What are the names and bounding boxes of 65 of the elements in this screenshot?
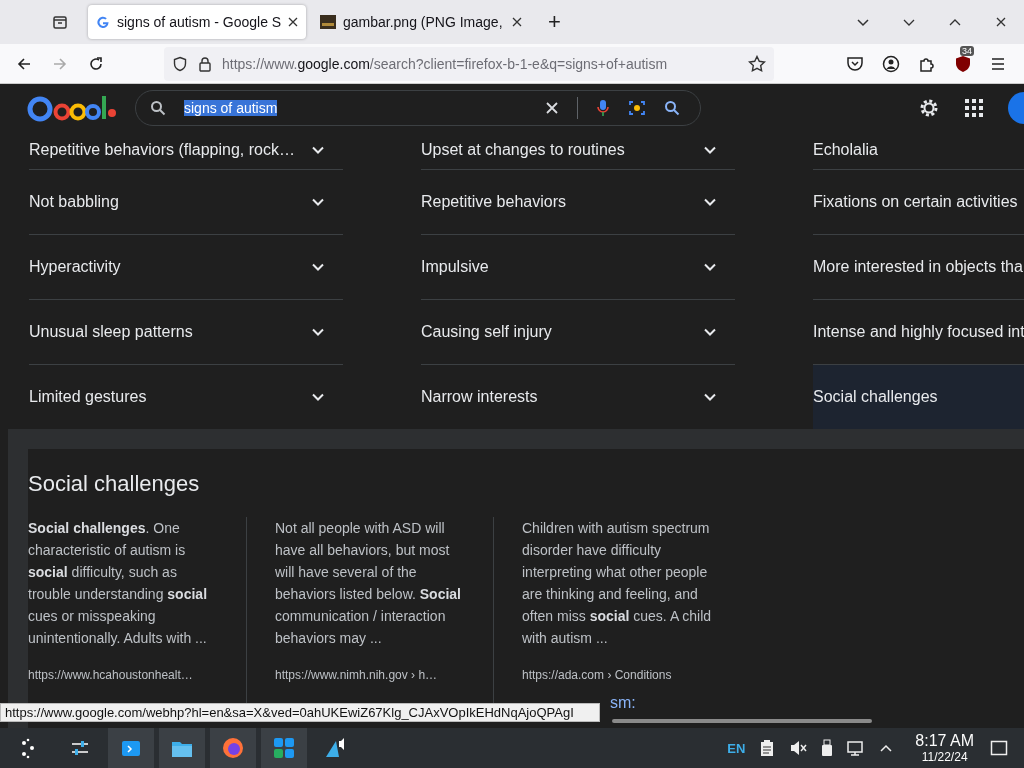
clock-time[interactable]: 8:17 AM — [915, 732, 974, 750]
close-icon[interactable] — [512, 17, 522, 27]
usb-drive-icon[interactable] — [821, 739, 834, 757]
accordion-item[interactable]: Causing self injury — [421, 300, 735, 365]
source-link[interactable]: https://www.hcahoustonhealt… — [28, 668, 220, 682]
image-thumbnail-icon — [320, 15, 336, 29]
accordion-item[interactable]: Repetitive behaviors — [421, 170, 735, 235]
taskbar-button[interactable] — [159, 728, 205, 768]
apps-grid-icon[interactable] — [964, 97, 984, 118]
star-icon[interactable] — [748, 54, 766, 73]
search-field[interactable]: signs of autism — [135, 89, 701, 126]
keyboard-layout[interactable]: EN — [727, 740, 746, 756]
clear-icon[interactable] — [545, 100, 559, 115]
google-icon — [96, 15, 110, 29]
scrollbar[interactable] — [612, 719, 872, 723]
search-icon[interactable] — [150, 99, 166, 116]
accordion-item[interactable]: Hyperactivity — [29, 235, 343, 300]
accordion-item[interactable]: Upset at changes to routines — [421, 131, 735, 170]
close-icon[interactable] — [994, 15, 1008, 29]
accordion-item[interactable]: Social challenges — [813, 365, 1024, 429]
accordion-item[interactable]: Repetitive behaviors (flapping, rock… — [29, 131, 343, 170]
app-grid-icon — [273, 737, 295, 759]
address-bar[interactable]: https://www.google.com/search?client=firefox-b-1-e&q=signs+of+autism — [164, 46, 774, 81]
avatar[interactable] — [1008, 91, 1024, 124]
browser-tab[interactable]: gambar.png (PNG Image, — [312, 5, 530, 39]
status-url: https://www.google.com/webhp?hl=en&sa=X&ved=0ahUKEwiZ67Klg_CJAxVOpIkEHdNqAjoQPAgI — [0, 703, 600, 722]
accordion-item[interactable]: Unusual sleep patterns — [29, 300, 343, 365]
microphone-icon[interactable] — [596, 98, 610, 117]
result-title-link[interactable]: sm: — [610, 694, 636, 711]
accordion-item[interactable]: Echolalia — [813, 131, 1024, 170]
new-tab-button[interactable]: + — [548, 11, 561, 33]
url-text: https://www.google.com/search?client=firefox-b-1-e&q=signs+of+autism — [222, 55, 668, 72]
snippet-text: Children with autism spectrum disorder have difficulty interpreting what other people are thinking and feeling, and often miss social cues. A child with autism ... — [522, 519, 713, 648]
reload-icon[interactable] — [88, 55, 104, 72]
snippet-text: Social challenges. One characteristic of autism is social difficulty, such as trouble understanding social cues or misspeaking unintentionally. Adults with ... — [28, 519, 209, 648]
show-desktop-icon[interactable] — [990, 739, 1008, 757]
accordion-item[interactable]: Limited gestures — [29, 365, 343, 429]
accordion-item[interactable]: Not babbling — [29, 170, 343, 235]
browser-tab[interactable]: signs of autism - Google S — [88, 5, 306, 39]
clipboard-icon[interactable] — [759, 739, 776, 757]
muted-speaker-icon[interactable] — [789, 739, 808, 757]
back-icon[interactable] — [16, 55, 32, 72]
camera-lens-icon[interactable] — [628, 98, 646, 117]
clock-date[interactable]: 11/22/24 — [921, 750, 968, 764]
extension-badge: 34 — [960, 45, 974, 56]
lock-icon[interactable] — [197, 55, 213, 72]
shield-icon[interactable] — [172, 55, 188, 72]
audio-app-icon — [324, 737, 346, 759]
shield-extension-icon[interactable] — [954, 54, 972, 73]
source-link[interactable]: https://ada.com › Conditions — [522, 668, 718, 682]
menu-icon[interactable] — [990, 55, 1006, 72]
account-icon[interactable] — [882, 54, 900, 73]
accordion-item[interactable]: More interested in objects tha — [813, 235, 1024, 300]
snippet-text: Not all people with ASD will have all behaviors, but most will have several of the behaviors listed below. Social communication / interaction behaviors may ... — [275, 519, 462, 648]
browser-globe-icon — [222, 737, 244, 759]
search-icon[interactable] — [664, 99, 680, 116]
accordion-item[interactable]: Fixations on certain activities — [813, 170, 1024, 235]
close-icon[interactable] — [288, 17, 298, 27]
source-link[interactable]: https://www.nimh.nih.gov › h… — [275, 668, 467, 682]
network-icon[interactable] — [847, 739, 866, 757]
tab-list-icon[interactable] — [52, 14, 68, 30]
accordion-item[interactable]: Impulsive — [421, 235, 735, 300]
pocket-icon[interactable] — [846, 54, 864, 73]
accordion-item[interactable]: Narrow interests — [421, 365, 735, 429]
panel-title: Social challenges — [28, 470, 201, 497]
